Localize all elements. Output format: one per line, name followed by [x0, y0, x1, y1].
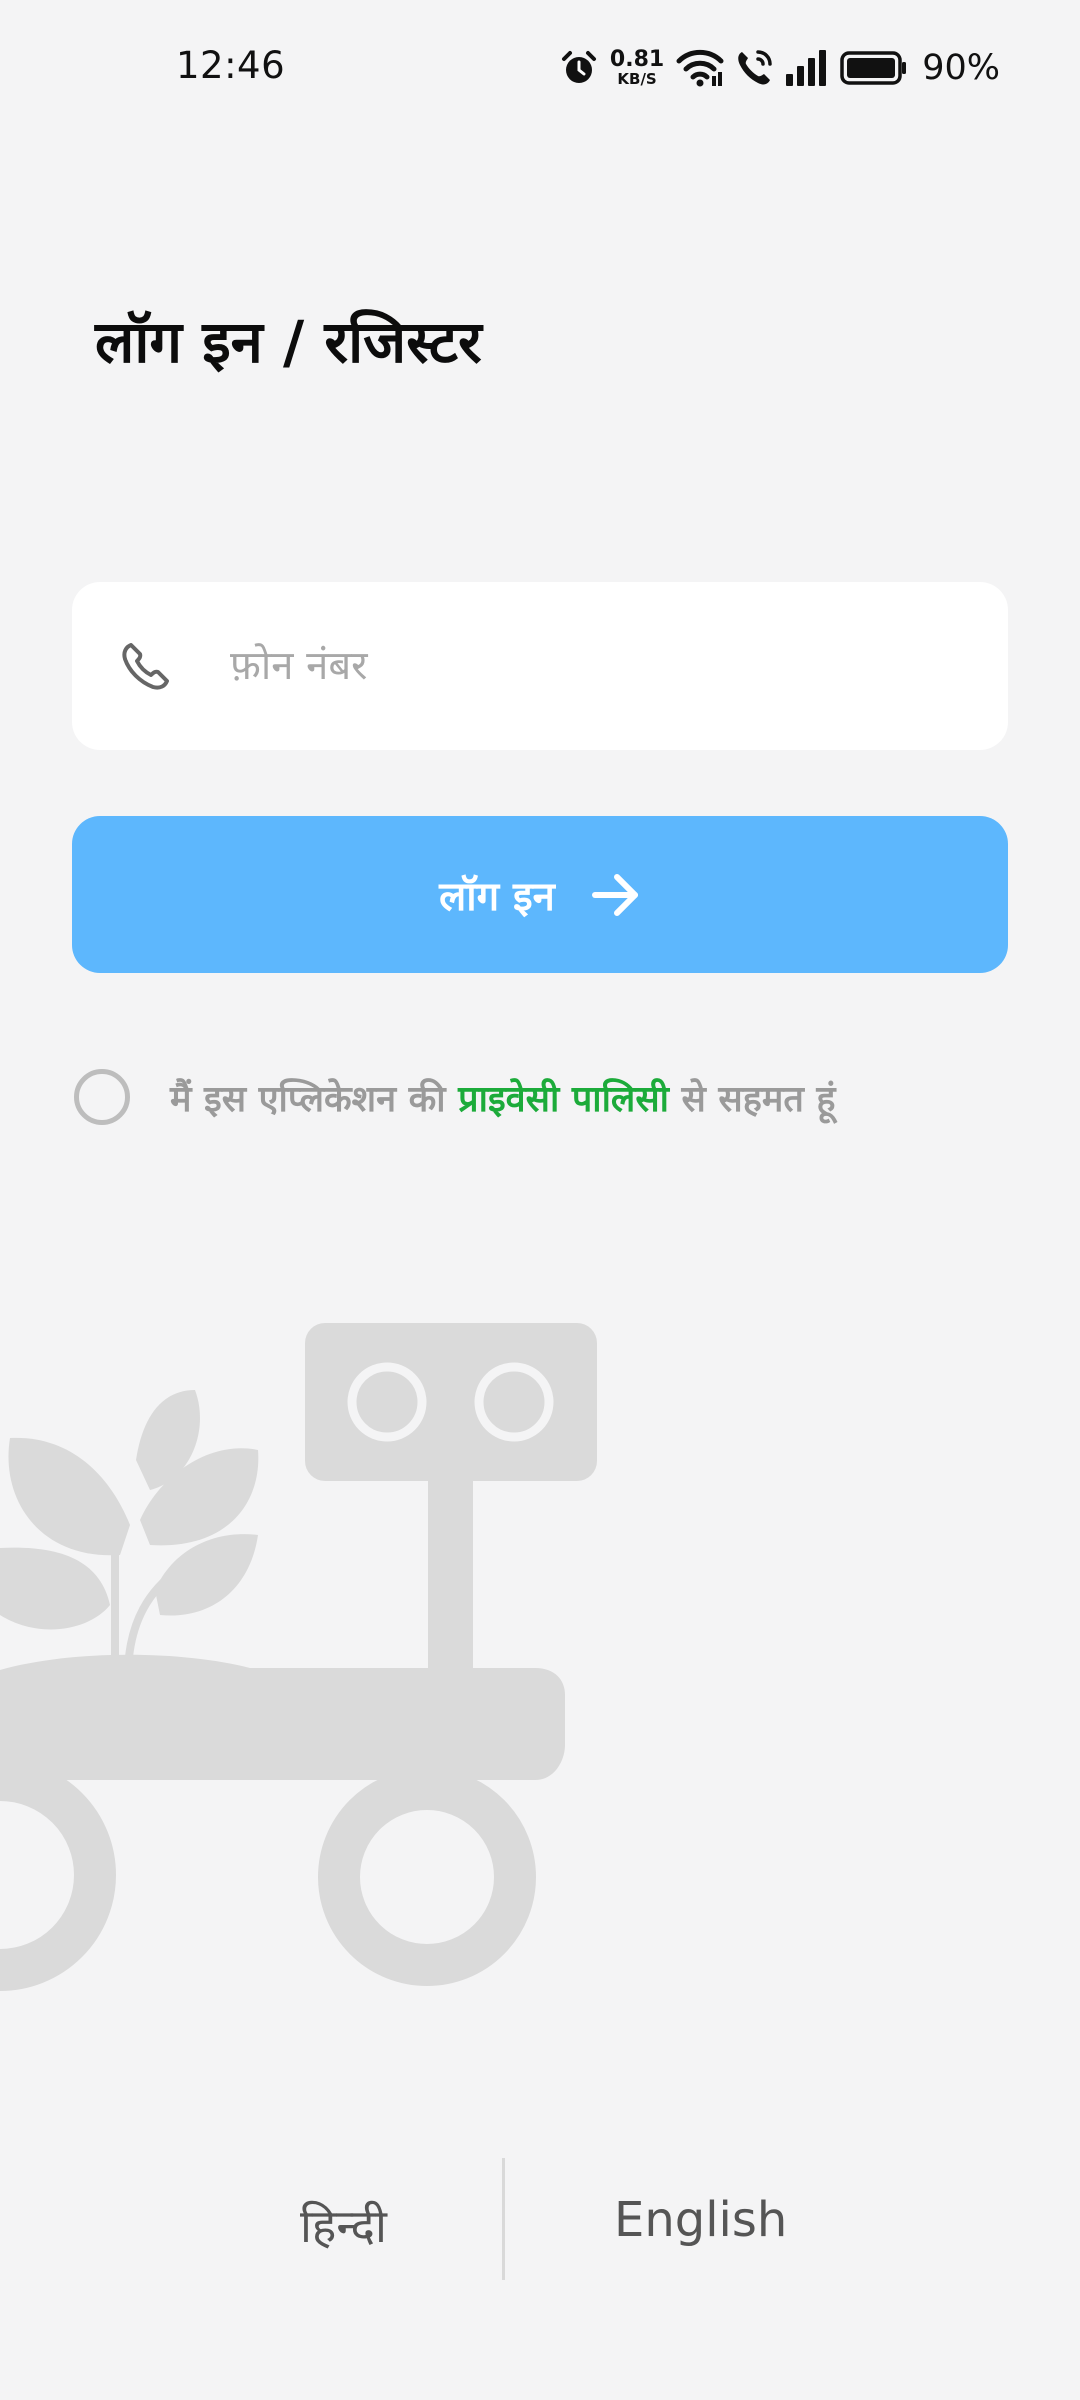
language-divider	[502, 2158, 505, 2280]
battery-percent: 90%	[922, 48, 1000, 88]
privacy-policy-link[interactable]: प्राइवेसी पालिसी	[458, 1079, 669, 1120]
page-title: लॉग इन / रजिस्टर	[95, 308, 482, 376]
login-button[interactable]: लॉग इन	[72, 816, 1008, 973]
robot-plant-illustration	[0, 1323, 597, 1991]
consent-text-before: मैं इस एप्लिकेशन की	[170, 1078, 459, 1120]
privacy-consent-text: मैं इस एप्लिकेशन की प्राइवेसी पालिसी से …	[170, 1073, 836, 1122]
status-time: 12:46	[176, 44, 286, 87]
battery-icon	[840, 51, 907, 85]
signal-icon	[786, 50, 827, 86]
language-hindi[interactable]: हिन्दी	[300, 2194, 387, 2256]
phone-field[interactable]	[72, 582, 1008, 750]
consent-text-after: से सहमत हूं	[669, 1078, 836, 1120]
wifi-calling-icon	[738, 50, 772, 85]
wifi-icon	[676, 49, 724, 87]
phone-number-input[interactable]	[162, 622, 902, 710]
language-english[interactable]: English	[614, 2192, 787, 2248]
privacy-consent-checkbox[interactable]	[74, 1069, 130, 1125]
status-icons: 0.81 KB/S 90%	[560, 44, 1000, 92]
language-switcher: हिन्दी English	[0, 2158, 1080, 2282]
arrow-right-icon	[591, 873, 638, 916]
network-speed: 0.81 KB/S	[610, 49, 664, 87]
status-bar: 12:46 0.81 KB/S 90%	[0, 0, 1080, 140]
privacy-consent-row: मैं इस एप्लिकेशन की प्राइवेसी पालिसी से …	[74, 1066, 1034, 1128]
network-speed-value: 0.81	[609, 47, 665, 72]
alarm-icon	[561, 51, 596, 83]
network-speed-unit: KB/S	[617, 70, 657, 88]
login-button-label: लॉग इन	[439, 874, 555, 920]
